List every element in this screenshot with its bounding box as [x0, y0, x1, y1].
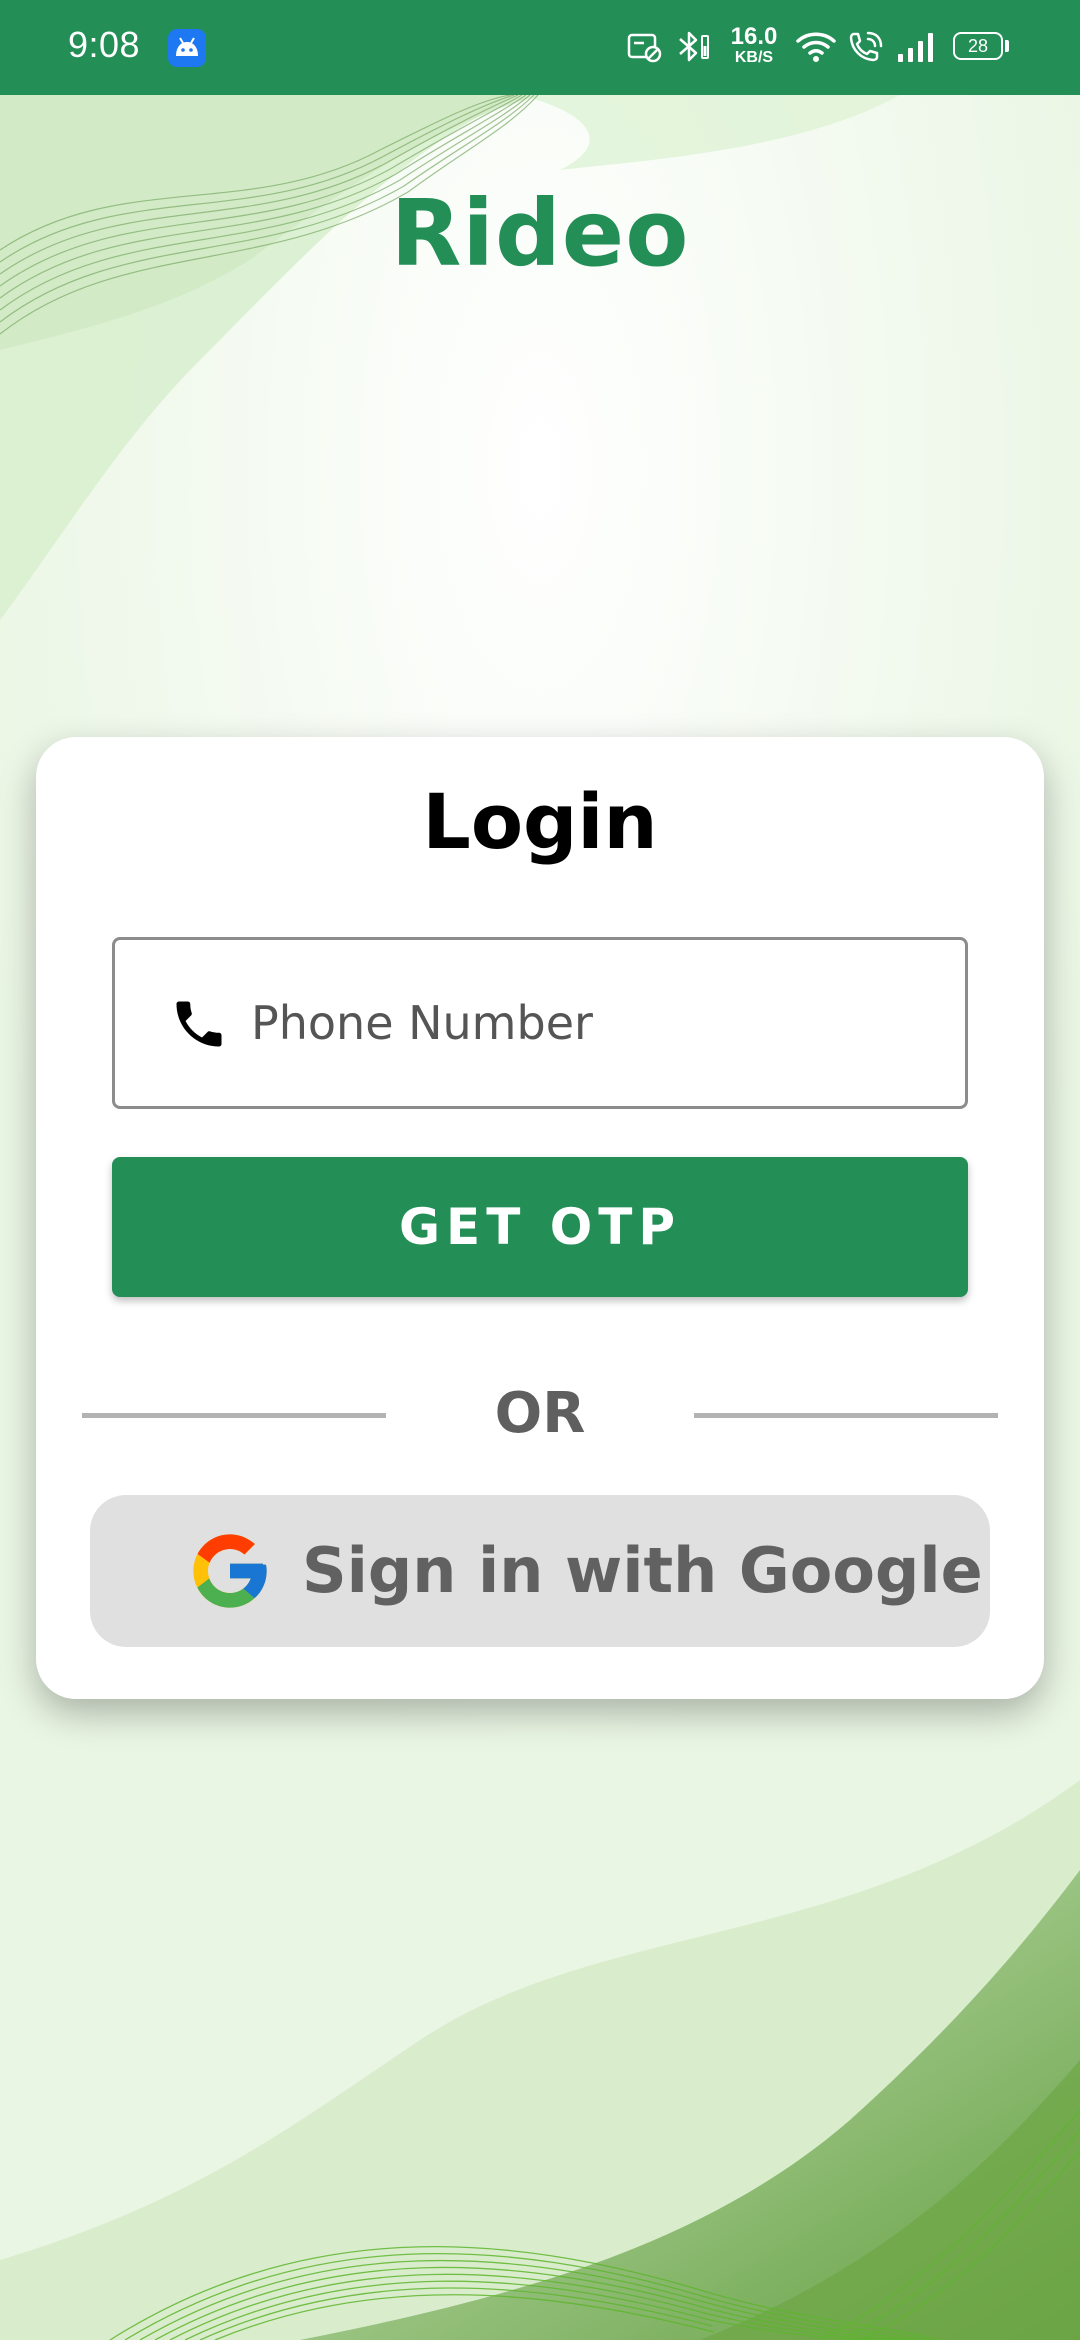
divider-right — [694, 1413, 998, 1418]
bluetooth-icon — [679, 31, 709, 62]
google-sign-in-button[interactable]: Sign in with Google — [90, 1495, 990, 1647]
login-card: Login GET OTP OR Sign in with Google — [36, 737, 1044, 1699]
status-time: 9:08 — [68, 24, 141, 65]
login-title: Login — [422, 777, 658, 866]
get-otp-button[interactable]: GET OTP — [112, 1157, 968, 1297]
signal-icon — [898, 33, 933, 62]
phone-number-field[interactable] — [112, 937, 968, 1109]
phone-icon — [176, 1001, 222, 1047]
network-speed-unit: KB/S — [734, 49, 774, 66]
battery-nub — [1005, 40, 1009, 52]
android-app-icon — [168, 29, 206, 67]
google-sign-in-label: Sign in with Google — [302, 1534, 983, 1607]
battery-icon: 28 — [953, 32, 1003, 60]
app-title: Rideo — [390, 180, 690, 287]
wifi-icon — [796, 32, 836, 62]
google-icon — [193, 1534, 267, 1608]
wifi-calling-icon — [849, 31, 883, 62]
no-sim-icon — [627, 33, 662, 63]
phone-number-input[interactable] — [251, 940, 931, 1106]
battery-level: 28 — [967, 36, 989, 56]
status-bar: 9:08 16.0 KB/S 28 — [0, 0, 1080, 95]
network-speed: 16.0 KB/S — [730, 25, 778, 66]
network-speed-value: 16.0 — [730, 23, 778, 50]
